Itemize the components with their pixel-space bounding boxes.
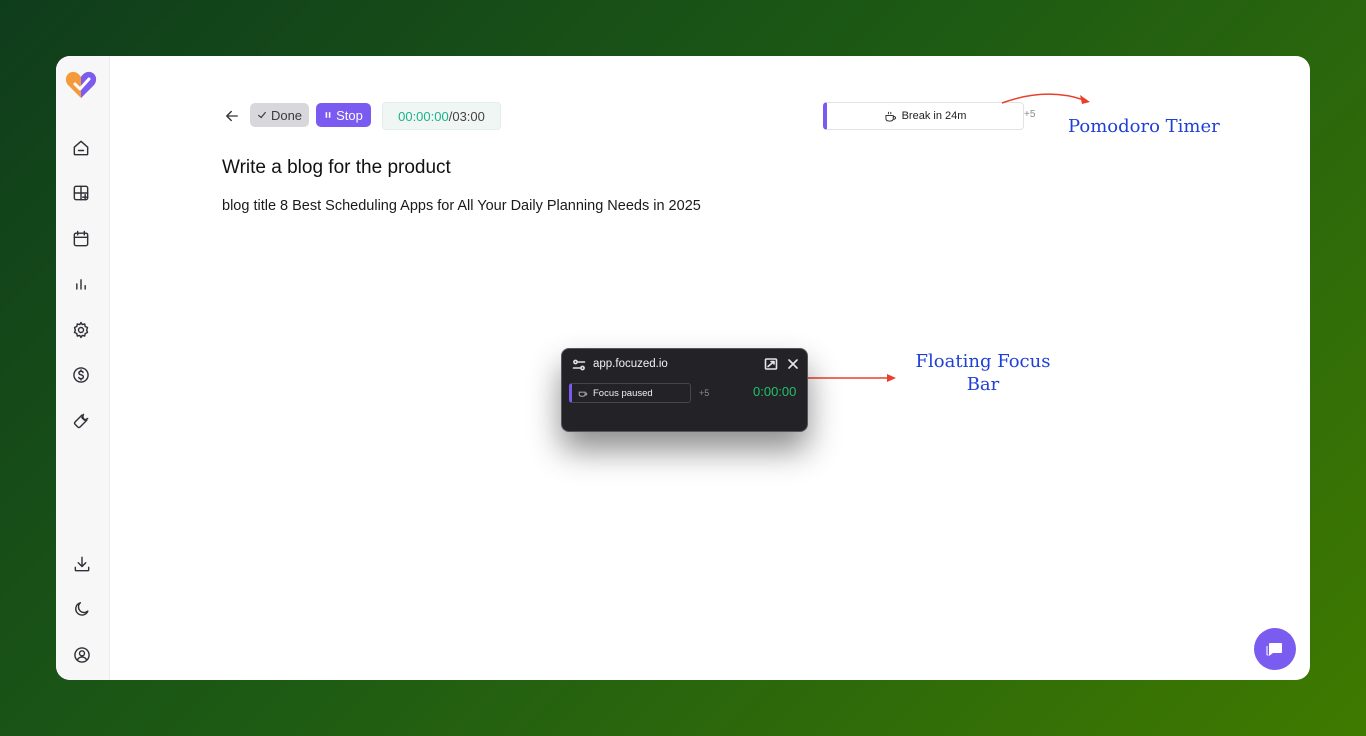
focus-status[interactable]: Focus paused <box>569 383 691 403</box>
floating-annotation-line1: Floating Focus <box>915 351 1051 372</box>
floating-annotation-line2: Bar <box>966 374 1000 395</box>
coffee-cup-icon <box>578 391 588 397</box>
floating-bar-extra[interactable]: +5 <box>699 388 709 398</box>
pomodoro-arrow <box>1001 93 1085 104</box>
chat-bubble-icon <box>1266 643 1282 656</box>
expand-icon[interactable] <box>764 357 778 371</box>
floating-bar-timer: 0:00:00 <box>753 384 797 399</box>
floating-bar-title: app.focuzed.io <box>593 358 668 370</box>
close-icon[interactable] <box>786 357 800 371</box>
chat-button[interactable] <box>1254 628 1296 670</box>
floating-focus-bar-annotation: Floating Focus Bar <box>896 350 1070 396</box>
pomodoro-arrowhead <box>1080 95 1090 104</box>
pomodoro-annotation: Pomodoro Timer <box>1068 116 1220 137</box>
focus-status-label: Focus paused <box>593 387 653 399</box>
sliders-icon[interactable] <box>572 358 586 372</box>
floating-focus-bar[interactable]: app.focuzed.io Focus paused +5 0:00:00 <box>561 348 808 432</box>
floating-bar-arrowhead <box>887 374 896 382</box>
app-window: Done Stop 00:00:00/03:00 Write a blog fo… <box>56 56 1310 680</box>
